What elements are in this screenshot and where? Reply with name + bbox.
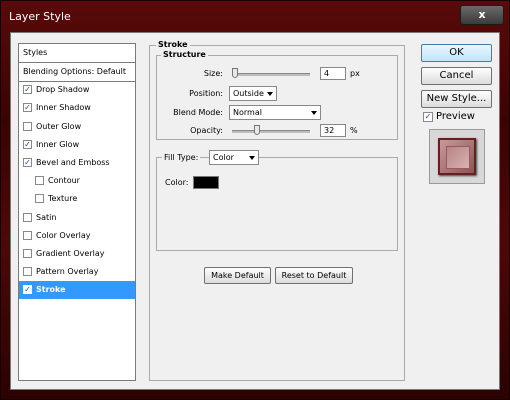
- style-item-label: Blending Options: Default: [23, 67, 127, 76]
- stroke-title: Stroke: [156, 40, 190, 49]
- close-button[interactable]: x: [460, 5, 504, 25]
- preview-checkbox[interactable]: ✓: [423, 112, 433, 122]
- style-item-contour[interactable]: Contour: [19, 172, 135, 190]
- styles-list: Styles Blending Options: Default ✓ Drop Sh…: [18, 43, 136, 381]
- style-item-inner-glow[interactable]: ✓ Inner Glow: [19, 136, 135, 154]
- style-item-label: Bevel and Emboss: [36, 158, 110, 167]
- fill-type-label: Fill Type:: [162, 153, 201, 162]
- opacity-unit: %: [350, 126, 358, 135]
- title-bar[interactable]: Layer Style x: [1, 1, 509, 31]
- dialog-body: Styles Blending Options: Default ✓ Drop Sh…: [10, 32, 500, 390]
- reset-to-default-button[interactable]: Reset to Default: [275, 267, 353, 284]
- style-item-gradient-overlay[interactable]: Gradient Overlay: [19, 245, 135, 263]
- checkbox-satin[interactable]: [23, 212, 32, 222]
- style-preview-thumbnail: [429, 129, 485, 184]
- style-item-label: Drop Shadow: [36, 85, 90, 95]
- style-item-blending-options-default[interactable]: Blending Options: Default: [19, 63, 135, 82]
- size-input[interactable]: 4: [320, 67, 346, 80]
- opacity-input[interactable]: 32: [320, 124, 346, 137]
- checkbox-gradient-overlay[interactable]: [23, 249, 32, 258]
- opacity-label: Opacity:: [190, 126, 223, 135]
- structure-title: Structure: [161, 50, 208, 59]
- opacity-slider-track[interactable]: [232, 130, 310, 133]
- cancel-button[interactable]: Cancel: [421, 67, 492, 85]
- style-item-label: Inner Shadow: [36, 103, 91, 113]
- checkbox-inner-glow[interactable]: ✓: [23, 139, 32, 149]
- checkbox-stroke[interactable]: ✓: [23, 285, 32, 295]
- stroke-color-swatch[interactable]: [193, 176, 219, 189]
- window-title: Layer Style: [9, 10, 71, 23]
- style-item-bevel-and-emboss[interactable]: ✓ Bevel and Emboss: [19, 154, 135, 172]
- size-label: Size:: [203, 69, 223, 78]
- structure-group: Structure Size: 4 px Position: Outside B…: [156, 50, 398, 140]
- style-item-label: Contour: [48, 176, 80, 186]
- chevron-down-icon: [267, 92, 273, 96]
- new-style-button[interactable]: New Style...: [421, 90, 492, 108]
- fill-type-group: Fill Type: Color Color:: [156, 150, 398, 251]
- style-item-label: Inner Glow: [36, 139, 80, 149]
- style-item-label: Pattern Overlay: [36, 267, 99, 277]
- preview-swatch: [438, 138, 476, 175]
- checkbox-inner-shadow[interactable]: ✓: [23, 103, 32, 113]
- style-item-drop-shadow[interactable]: ✓ Drop Shadow: [19, 81, 135, 99]
- fill-type-value: Color: [213, 153, 234, 162]
- style-item-stroke[interactable]: ✓ Stroke: [19, 281, 135, 300]
- size-slider-track[interactable]: [232, 73, 310, 76]
- size-unit: px: [350, 69, 360, 78]
- preview-swatch-core: [446, 146, 470, 169]
- chevron-down-icon: [311, 111, 317, 115]
- preview-label: Preview: [436, 111, 475, 122]
- styles-header-label: Styles: [23, 48, 48, 57]
- style-item-color-overlay[interactable]: Color Overlay: [19, 227, 135, 245]
- style-item-label: Texture: [48, 194, 78, 204]
- size-slider-thumb[interactable]: [232, 68, 238, 78]
- checkbox-drop-shadow[interactable]: ✓: [23, 85, 32, 95]
- style-item-label: Stroke: [36, 285, 66, 295]
- blend-mode-dropdown[interactable]: Normal: [229, 105, 321, 120]
- checkbox-color-overlay[interactable]: [23, 230, 32, 240]
- ok-button[interactable]: OK: [421, 44, 492, 62]
- style-item-pattern-overlay[interactable]: Pattern Overlay: [19, 263, 135, 281]
- checkbox-texture[interactable]: [35, 194, 44, 204]
- blend-mode-label: Blend Mode:: [173, 108, 223, 117]
- style-item-label: Outer Glow: [36, 121, 82, 131]
- chevron-down-icon: [249, 156, 255, 160]
- checkbox-outer-glow[interactable]: [23, 121, 32, 131]
- checkbox-bevel-and-emboss[interactable]: ✓: [23, 158, 32, 167]
- style-item-texture[interactable]: Texture: [19, 190, 135, 208]
- blend-mode-value: Normal: [233, 108, 262, 117]
- color-label: Color:: [165, 178, 189, 187]
- style-item-label: Satin: [36, 212, 57, 222]
- position-value: Outside: [233, 89, 264, 98]
- style-item-outer-glow[interactable]: Outer Glow: [19, 118, 135, 136]
- stroke-panel: Stroke Structure Size: 4 px Position: Ou…: [149, 40, 405, 381]
- style-item-label: Gradient Overlay: [36, 249, 105, 258]
- style-item-label: Color Overlay: [36, 230, 91, 240]
- style-item-inner-shadow[interactable]: ✓ Inner Shadow: [19, 99, 135, 117]
- make-default-button[interactable]: Make Default: [204, 267, 271, 284]
- checkbox-pattern-overlay[interactable]: [23, 267, 32, 277]
- styles-header[interactable]: Styles: [19, 44, 135, 63]
- position-dropdown[interactable]: Outside: [229, 86, 277, 101]
- layer-style-dialog: Layer Style x Styles Blending Options: D…: [0, 0, 510, 400]
- opacity-slider-thumb[interactable]: [253, 125, 260, 135]
- style-item-satin[interactable]: Satin: [19, 209, 135, 227]
- position-label: Position:: [189, 89, 223, 98]
- checkbox-contour[interactable]: [35, 176, 44, 186]
- fill-type-dropdown[interactable]: Color: [209, 150, 259, 165]
